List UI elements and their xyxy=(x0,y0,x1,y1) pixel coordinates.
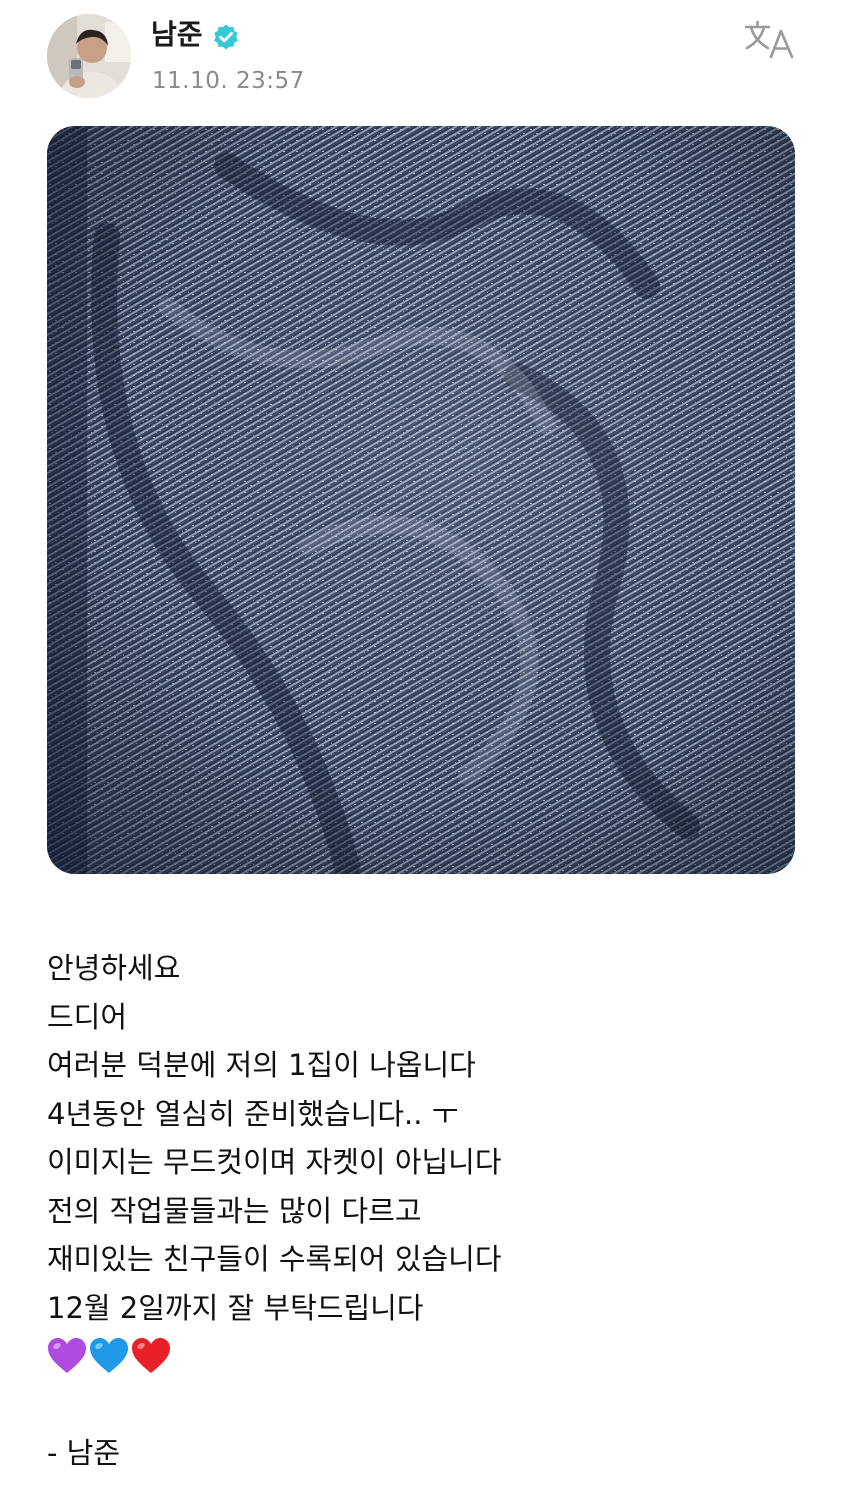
author-name[interactable]: 남준 xyxy=(151,17,203,53)
translate-button[interactable] xyxy=(742,18,798,60)
post-text-line: 전의 작업물들과는 많이 다르고 xyxy=(47,1193,422,1228)
post-text-line: 드디어 xyxy=(47,999,128,1034)
denim-fabric-photo xyxy=(47,126,795,874)
author-avatar[interactable] xyxy=(47,14,131,98)
post-body: 안녕하세요 드디어 여러분 덕분에 저의 1집이 나옵니다 4년동안 열심히 준… xyxy=(47,944,807,1478)
post-text-line: 4년동안 열심히 준비했습니다.. ㅜ xyxy=(47,1096,459,1131)
post-text-line: 재미있는 친구들이 수록되어 있습니다 xyxy=(47,1242,502,1276)
verified-check-badge-icon xyxy=(214,24,238,50)
post-text-line: 여러분 덕분에 저의 1집이 나옵니다 xyxy=(47,1048,476,1082)
avatar-photo xyxy=(47,14,131,98)
post-image[interactable] xyxy=(47,126,795,874)
post-header: 남준 11.10. 23:57 xyxy=(0,0,841,110)
purple-heart-icon xyxy=(48,1338,86,1374)
red-heart-icon xyxy=(132,1338,170,1374)
post-signature: - 남준 xyxy=(47,1436,121,1470)
post-text-line: 12월 2일까지 잘 부탁드립니다 xyxy=(47,1290,424,1325)
post-text-line: 안녕하세요 xyxy=(47,951,181,985)
translate-icon xyxy=(744,20,794,59)
post-text-line: 이미지는 무드컷이며 자켓이 아닙니다 xyxy=(47,1145,502,1179)
heart-emojis xyxy=(46,1332,807,1381)
blue-heart-icon xyxy=(90,1338,128,1374)
post-timestamp: 11.10. 23:57 xyxy=(152,68,305,94)
